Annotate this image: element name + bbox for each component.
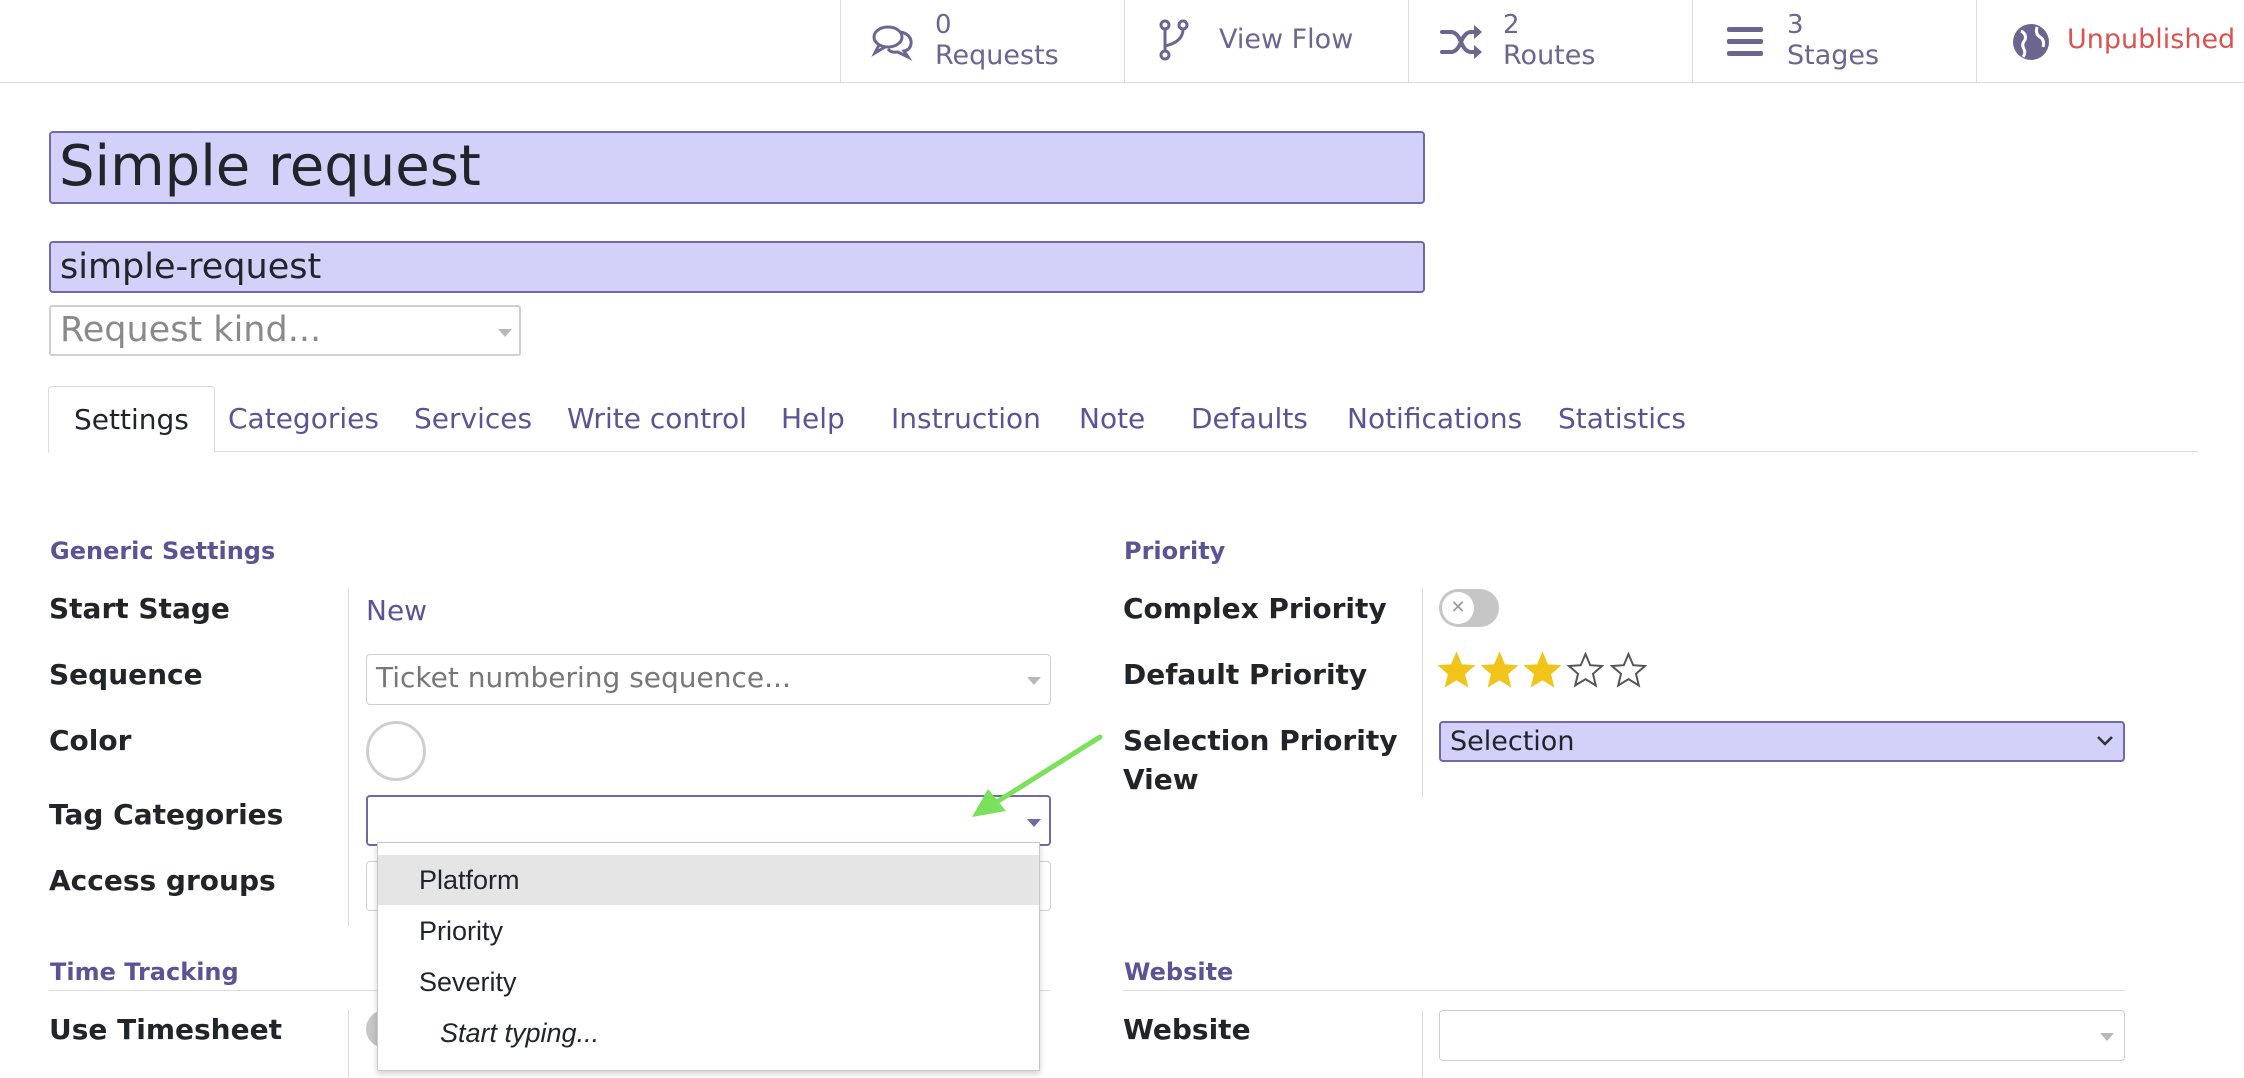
tag-categories-input[interactable] [366, 795, 1051, 846]
stages-button[interactable]: 3 Stages [1692, 0, 1977, 82]
stat-buttons-bar: 0 Requests View Flow 2 Routes 3 Stages U… [0, 0, 2244, 83]
requests-count: 0 [935, 10, 952, 40]
color-label: Color [49, 724, 132, 757]
dropdown-option-severity[interactable]: Severity [378, 957, 1039, 1007]
sequence-label: Sequence [49, 658, 203, 691]
star-filled-icon[interactable] [1481, 652, 1518, 689]
chevron-down-icon [2100, 1033, 2114, 1041]
code-field[interactable]: simple-request [49, 241, 1425, 293]
name-field[interactable]: Simple request [49, 131, 1425, 204]
label-separator [348, 1010, 349, 1078]
chevron-down-icon [1027, 677, 1041, 685]
tag-categories-label: Tag Categories [49, 798, 284, 831]
tab-write-control[interactable]: Write control [567, 386, 747, 452]
section-divider [1123, 990, 2125, 991]
selection-priority-view-select[interactable]: Selection [1439, 721, 2125, 762]
start-stage-link[interactable]: New [366, 594, 427, 627]
color-picker[interactable] [366, 721, 426, 781]
stages-label: Stages [1787, 40, 1880, 71]
tab-statistics[interactable]: Statistics [1558, 386, 1686, 452]
star-filled-icon[interactable] [1524, 652, 1561, 689]
website-label: Website [1123, 1013, 1251, 1046]
label-separator [1422, 588, 1423, 798]
selection-priority-view-value: Selection [1450, 726, 1575, 757]
bars-icon [1723, 22, 1767, 62]
label-separator [348, 588, 349, 926]
selection-priority-view-label-line1: Selection Priority [1123, 724, 1398, 757]
tab-instruction[interactable]: Instruction [891, 386, 1041, 452]
star-empty-icon[interactable] [1567, 652, 1604, 689]
globe-icon [2011, 22, 2051, 62]
sequence-select[interactable]: Ticket numbering sequence... [366, 654, 1051, 705]
routes-label: Routes [1503, 40, 1596, 71]
access-groups-label: Access groups [49, 864, 276, 897]
dropdown-hint: Start typing... [440, 1018, 600, 1048]
priority-stars [1438, 652, 1647, 689]
annotation-arrow [972, 734, 1103, 817]
dropdown-option-priority[interactable]: Priority [378, 906, 1039, 956]
publish-button[interactable]: Unpublished [1976, 0, 2244, 82]
generic-settings-title: Generic Settings [50, 537, 276, 565]
star-filled-icon[interactable] [1438, 652, 1475, 689]
tab-defaults[interactable]: Defaults [1191, 386, 1308, 452]
time-tracking-title: Time Tracking [50, 958, 239, 986]
chevron-down-icon [498, 329, 512, 337]
request-kind-select[interactable]: Request kind... [49, 305, 521, 356]
chevron-down-icon [2095, 726, 2115, 756]
start-stage-label: Start Stage [49, 592, 230, 625]
label-separator [1422, 1010, 1423, 1078]
tab-categories[interactable]: Categories [228, 386, 379, 452]
tab-notifications[interactable]: Notifications [1347, 386, 1522, 452]
use-timesheet-label: Use Timesheet [49, 1013, 282, 1046]
notebook-tabs: Settings Categories Services Write contr… [48, 386, 2198, 453]
view-flow-label: View Flow [1219, 24, 1354, 55]
tag-categories-dropdown: Platform Priority Severity Start typing.… [377, 842, 1040, 1071]
complex-priority-label: Complex Priority [1123, 592, 1387, 625]
view-flow-button[interactable]: View Flow [1124, 0, 1409, 82]
selection-priority-view-label-line2: View [1123, 763, 1199, 796]
stages-count: 3 [1787, 10, 1804, 40]
routes-button[interactable]: 2 Routes [1408, 0, 1693, 82]
priority-title: Priority [1124, 537, 1226, 565]
default-priority-label: Default Priority [1123, 658, 1368, 691]
publish-status-label: Unpublished [2067, 24, 2236, 55]
requests-button[interactable]: 0 Requests [840, 0, 1125, 82]
selection-priority-view-label: Selection Priority View [1123, 721, 1397, 799]
tab-help[interactable]: Help [781, 386, 845, 452]
tab-services[interactable]: Services [414, 386, 532, 452]
complex-priority-toggle[interactable]: ✕ [1439, 589, 1499, 627]
website-select[interactable] [1439, 1010, 2125, 1061]
routes-count: 2 [1503, 10, 1520, 40]
branch-icon [1157, 18, 1191, 62]
website-title: Website [1124, 958, 1234, 986]
tab-settings[interactable]: Settings [48, 386, 215, 453]
close-icon: ✕ [1442, 592, 1474, 624]
requests-label: Requests [935, 40, 1059, 71]
chat-bubbles-icon [871, 22, 915, 62]
shuffle-icon [1439, 22, 1483, 62]
dropdown-option-platform[interactable]: Platform [378, 855, 1039, 905]
tab-note[interactable]: Note [1079, 386, 1145, 452]
star-empty-icon[interactable] [1610, 652, 1647, 689]
request-kind-placeholder: Request kind... [60, 310, 322, 350]
sequence-placeholder: Ticket numbering sequence... [376, 661, 791, 694]
